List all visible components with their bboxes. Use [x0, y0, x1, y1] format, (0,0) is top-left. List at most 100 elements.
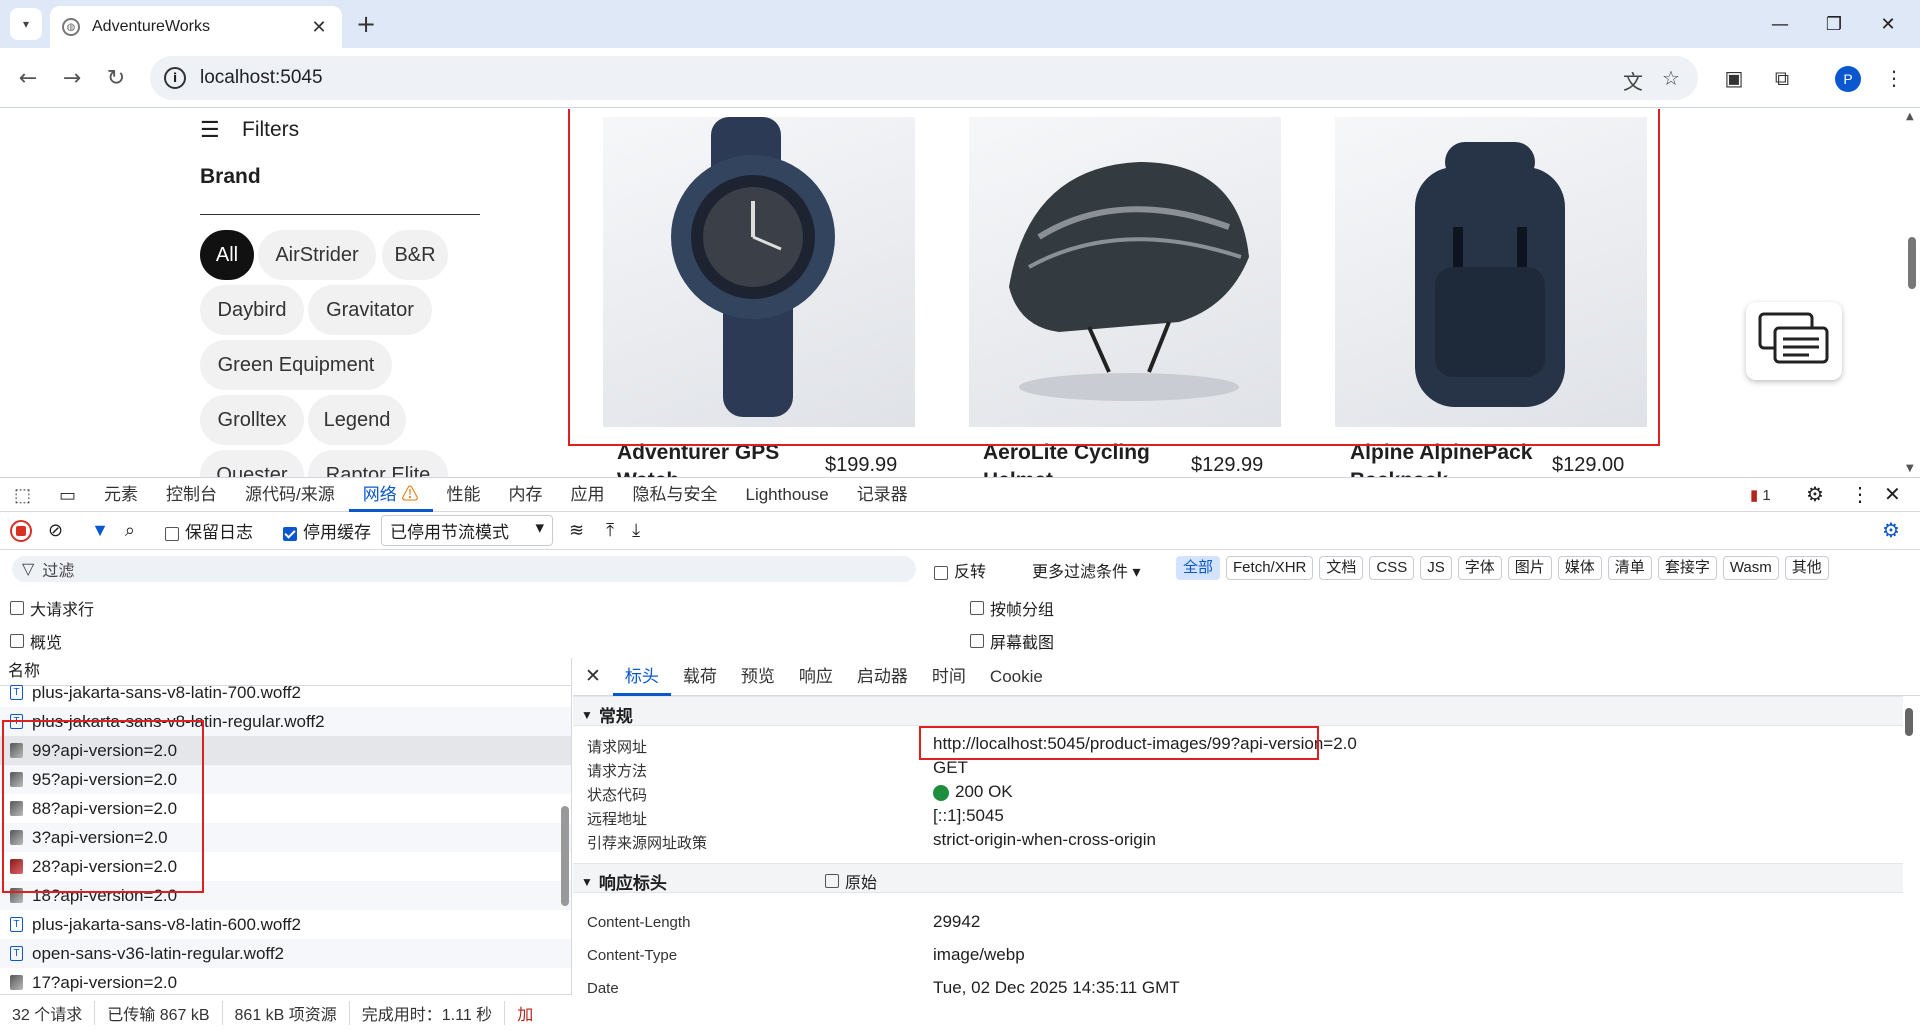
network-conditions-icon[interactable]: ≋ [569, 520, 584, 541]
request-row[interactable]: 95?api-version=2.0 [0, 765, 571, 794]
close-devtools-icon[interactable]: ✕ [1884, 482, 1901, 507]
preserve-log-checkbox[interactable]: 保留日志 [165, 518, 253, 543]
devtools-tab-network[interactable]: 网络 ⚠ [348, 478, 433, 512]
devtools-tab-elements[interactable]: 元素 [90, 478, 152, 512]
record-stop-icon[interactable] [10, 519, 32, 542]
raw-headers-checkbox[interactable]: 原始 [825, 869, 877, 893]
detail-scrollbar[interactable] [1901, 696, 1917, 1031]
devtools-tab-performance[interactable]: 性能 [433, 478, 495, 512]
forward-button[interactable]: → [56, 62, 88, 94]
big-request-rows-checkbox[interactable]: 大请求行 [10, 596, 94, 620]
devtools-tab-lighthouse[interactable]: Lighthouse [732, 478, 843, 512]
request-row[interactable]: 88?api-version=2.0 [0, 794, 571, 823]
filter-funnel-icon[interactable]: ▼ [91, 520, 109, 541]
product-name[interactable]: Adventurer GPS Watch [617, 439, 847, 477]
brand-chip-daybird[interactable]: Daybird [200, 285, 304, 335]
type-filter-css[interactable]: CSS [1369, 556, 1415, 580]
product-name[interactable]: Alpine AlpinePack Backpack [1350, 439, 1580, 477]
address-bar[interactable]: i localhost:5045 文 ☆ [150, 56, 1698, 100]
scrollbar-thumb[interactable] [1908, 237, 1916, 289]
close-tab-icon[interactable]: ✕ [308, 17, 330, 38]
new-tab-button[interactable]: + [352, 10, 380, 38]
request-url-value[interactable]: http://localhost:5045/product-images/99?… [933, 734, 1357, 754]
devtools-tab-memory[interactable]: 内存 [495, 478, 557, 512]
translate-icon[interactable]: 文 [1620, 66, 1646, 94]
request-row[interactable]: Topen-sans-v36-latin-regular.woff2 [0, 939, 571, 968]
back-button[interactable]: ← [12, 62, 44, 94]
group-by-frame-checkbox[interactable]: 按帧分组 [970, 596, 1054, 620]
devtools-tab-console[interactable]: 控制台 [152, 478, 231, 512]
request-row[interactable]: Tplus-jakarta-sans-v8-latin-regular.woff… [0, 707, 571, 736]
detail-tab-response[interactable]: 响应 [787, 658, 845, 696]
brand-chip-green-equipment[interactable]: Green Equipment [200, 340, 392, 390]
type-filter-other[interactable]: 其他 [1784, 556, 1829, 580]
close-detail-icon[interactable]: ✕ [573, 658, 613, 696]
devtools-tab-sources[interactable]: 源代码/来源 [231, 478, 349, 512]
request-row-selected[interactable]: 99?api-version=2.0 [0, 736, 571, 765]
scroll-down-arrow-icon[interactable]: ▼ [1906, 463, 1914, 474]
overview-checkbox[interactable]: 概览 [10, 629, 62, 653]
minimize-button[interactable]: — [1760, 8, 1800, 40]
general-section-header[interactable] [573, 696, 1903, 726]
type-filter-img[interactable]: 图片 [1507, 556, 1552, 580]
devtools-menu-icon[interactable]: ⋮ [1850, 482, 1870, 507]
settings-gear-icon[interactable]: ⚙ [1806, 482, 1824, 507]
request-row[interactable]: Tplus-jakarta-sans-v8-latin-700.woff2 [0, 678, 571, 707]
tab-search-button[interactable]: ▾ [10, 8, 42, 40]
screenshots-checkbox[interactable]: 屏幕截图 [970, 629, 1054, 653]
request-row[interactable]: 18?api-version=2.0 [0, 881, 571, 910]
brand-chip-grolltex[interactable]: Grolltex [200, 395, 304, 445]
profile-avatar[interactable]: P [1835, 66, 1861, 92]
reload-button[interactable]: ↻ [100, 62, 132, 94]
bookmark-star-icon[interactable]: ☆ [1658, 66, 1684, 90]
browser-tab[interactable]: ◍ AdventureWorks ✕ [50, 6, 342, 48]
request-row[interactable]: Tplus-jakarta-sans-v8-latin-600.woff2 [0, 910, 571, 939]
detail-tab-cookies[interactable]: Cookie [978, 658, 1055, 696]
product-name[interactable]: AeroLite Cycling Helmet [983, 439, 1213, 477]
network-settings-gear-icon[interactable]: ⚙ [1882, 518, 1900, 543]
extension-app-icon[interactable]: ▣ [1720, 66, 1748, 94]
throttling-select[interactable]: 已停用节流模式 ▾ [381, 515, 554, 546]
brand-chip-all[interactable]: All [200, 230, 254, 280]
general-section-toggle[interactable]: ▼ 常规 [581, 702, 633, 727]
type-filter-all[interactable]: 全部 [1176, 556, 1221, 580]
type-filter-fetch-xhr[interactable]: Fetch/XHR [1226, 556, 1314, 580]
scroll-up-arrow-icon[interactable]: ▲ [1906, 111, 1914, 122]
type-filter-doc[interactable]: 文档 [1319, 556, 1364, 580]
devtools-tab-recorder[interactable]: 记录器 [843, 478, 922, 512]
chat-button[interactable] [1746, 302, 1842, 380]
devtools-tab-application[interactable]: 应用 [557, 478, 619, 512]
product-image-watch[interactable] [603, 117, 915, 427]
detail-tab-initiator[interactable]: 启动器 [845, 658, 920, 696]
search-icon[interactable]: ⌕ [125, 520, 135, 541]
detail-tab-payload[interactable]: 载荷 [671, 658, 729, 696]
export-har-icon[interactable]: ⤓ [632, 520, 640, 541]
issues-badge[interactable]: ▮ 1 [1750, 486, 1771, 504]
device-toolbar-icon[interactable]: ▭ [45, 478, 90, 512]
type-filter-js[interactable]: JS [1420, 556, 1452, 580]
site-info-icon[interactable]: i [164, 67, 186, 89]
brand-chip-gravitator[interactable]: Gravitator [308, 285, 432, 335]
type-filter-media[interactable]: 媒体 [1557, 556, 1602, 580]
filters-header[interactable]: ☰ Filters [200, 117, 299, 143]
brand-chip-br[interactable]: B&R [382, 230, 448, 280]
response-headers-section-header[interactable] [573, 863, 1903, 893]
type-filter-manifest[interactable]: 清单 [1607, 556, 1652, 580]
close-window-button[interactable]: ✕ [1868, 8, 1908, 40]
type-filter-socket[interactable]: 套接字 [1657, 556, 1717, 580]
request-row[interactable]: 17?api-version=2.0 [0, 968, 571, 997]
restore-button[interactable]: ❐ [1814, 8, 1854, 40]
page-scrollbar[interactable]: ▲ ▼ [1904, 109, 1920, 477]
request-list-scrollbar[interactable] [558, 686, 572, 994]
product-image-helmet[interactable] [969, 117, 1281, 427]
detail-tab-timing[interactable]: 时间 [920, 658, 978, 696]
detail-tab-headers[interactable]: 标头 [612, 658, 671, 696]
brand-chip-raptor-elite[interactable]: Raptor Elite [308, 450, 448, 477]
request-row[interactable]: 3?api-version=2.0 [0, 823, 571, 852]
scrollbar-thumb[interactable] [561, 806, 569, 906]
detail-tab-preview[interactable]: 预览 [729, 658, 787, 696]
disable-cache-checkbox[interactable]: 停用缓存 [283, 518, 371, 543]
product-image-backpack[interactable] [1335, 117, 1647, 427]
brand-chip-legend[interactable]: Legend [308, 395, 406, 445]
clear-log-icon[interactable]: ⊘ [48, 520, 63, 541]
